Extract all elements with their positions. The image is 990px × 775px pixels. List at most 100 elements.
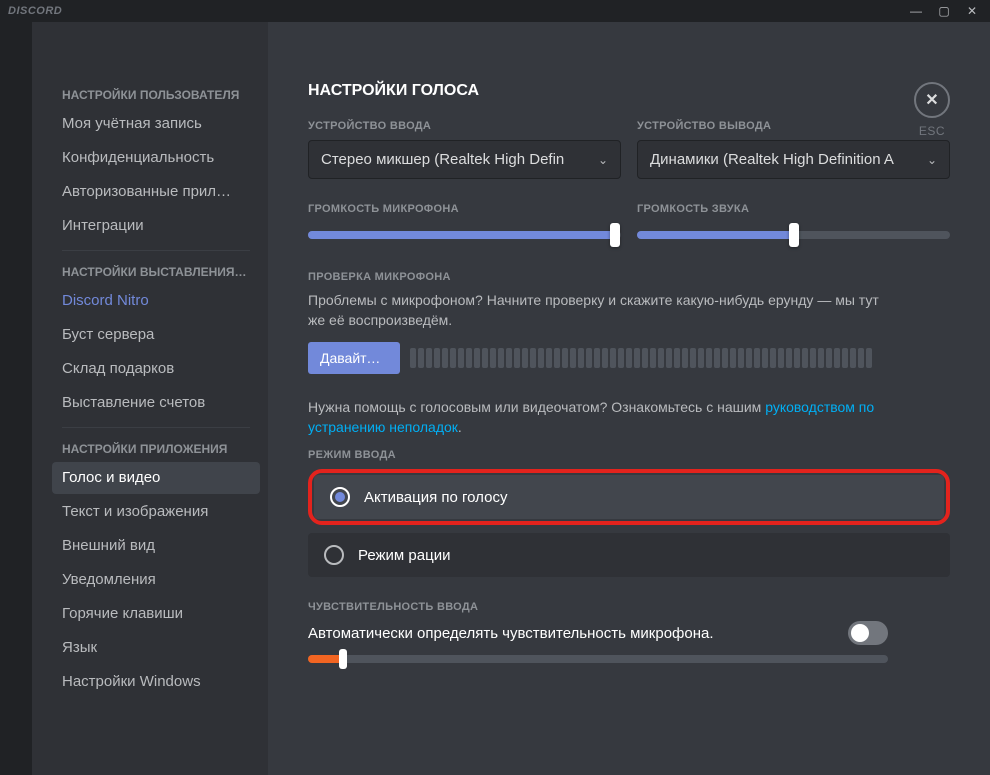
input-mode-option[interactable]: Активация по голосу [314,475,944,519]
input-volume-slider[interactable] [308,223,621,247]
slider-thumb[interactable] [339,649,347,669]
output-device-select[interactable]: Динамики (Realtek High Definition A ⌄ [637,140,950,179]
mic-bar [546,348,552,368]
mic-bar [586,348,592,368]
sidebar-item[interactable]: Язык [52,632,260,664]
mic-bar [722,348,728,368]
sidebar-section-header: НАСТРОЙКИ ПОЛЬЗОВАТЕЛЯ [52,82,260,108]
output-device-value: Динамики (Realtek High Definition A [650,151,894,168]
sidebar-item[interactable]: Уведомления [52,564,260,596]
mic-bar [778,348,784,368]
sidebar-item[interactable]: Голос и видео [52,462,260,494]
mic-bar [434,348,440,368]
mic-bar [682,348,688,368]
window-controls: — ▢ ✕ [902,0,986,22]
output-device-label: УСТРОЙСТВО ВЫВОДА [637,120,950,132]
mic-bar [490,348,496,368]
sidebar-item[interactable]: Буст сервера [52,319,260,351]
highlight-annotation: Активация по голосу [308,469,950,525]
mic-bar [522,348,528,368]
mic-test-help: Проблемы с микрофоном? Начните проверку … [308,291,883,330]
mic-bar [442,348,448,368]
minimize-button[interactable]: — [902,0,930,22]
mic-bar [770,348,776,368]
mic-bar [666,348,672,368]
sidebar-item[interactable]: Интеграции [52,210,260,242]
sidebar-item[interactable]: Горячие клавиши [52,598,260,630]
close-esc-label: ESC [914,124,950,138]
sidebar-separator [62,250,250,251]
mic-bar [794,348,800,368]
sidebar-item[interactable]: Выставление счетов [52,387,260,419]
mic-bar [466,348,472,368]
mic-bar [690,348,696,368]
mic-bar [826,348,832,368]
mic-bar [578,348,584,368]
mic-test-label: ПРОВЕРКА МИКРОФОНА [308,271,950,283]
mic-test-button[interactable]: Давайте пр… [308,342,400,374]
window-titlebar: DISCORD — ▢ ✕ [0,0,990,22]
input-device-value: Стерео микшер (Realtek High Defin [321,151,564,168]
mic-bar [602,348,608,368]
close-settings-button[interactable]: ✕ [914,82,950,118]
mic-bar [698,348,704,368]
mic-bar [650,348,656,368]
page-title: НАСТРОЙКИ ГОЛОСА [308,82,950,100]
mic-level-meter [410,346,950,370]
mic-bar [738,348,744,368]
toggle-knob [851,624,869,642]
input-device-select[interactable]: Стерео микшер (Realtek High Defin ⌄ [308,140,621,179]
sidebar-item[interactable]: Текст и изображения [52,496,260,528]
mic-bar [810,348,816,368]
input-mode-label: РЕЖИМ ВВОДА [308,449,950,461]
mic-bar [506,348,512,368]
mic-bar [634,348,640,368]
mic-bar [418,348,424,368]
sidebar-item[interactable]: Моя учётная запись [52,108,260,140]
mic-bar [674,348,680,368]
mic-bar [530,348,536,368]
radio-label: Режим рации [358,547,450,564]
mic-bar [482,348,488,368]
sidebar-item[interactable]: Авторизованные прил… [52,176,260,208]
mic-bar [658,348,664,368]
mic-bar [514,348,520,368]
mic-bar [818,348,824,368]
input-mode-option[interactable]: Режим рации [308,533,950,577]
slider-thumb[interactable] [789,223,799,247]
mic-bar [850,348,856,368]
sensitivity-label: ЧУВСТВИТЕЛЬНОСТЬ ВВОДА [308,601,950,613]
input-volume-label: ГРОМКОСТЬ МИКРОФОНА [308,203,621,215]
mic-bar [626,348,632,368]
close-icon: ✕ [925,90,938,110]
mic-bar [570,348,576,368]
sensitivity-slider[interactable] [308,655,888,663]
mic-bar [714,348,720,368]
mic-bar [842,348,848,368]
auto-sensitivity-toggle[interactable] [848,621,888,645]
sidebar-item[interactable]: Discord Nitro [52,285,260,317]
sidebar-item[interactable]: Внешний вид [52,530,260,562]
mic-bar [562,348,568,368]
sidebar-item[interactable]: Настройки Windows [52,666,260,698]
mic-bar [458,348,464,368]
input-device-label: УСТРОЙСТВО ВВОДА [308,120,621,132]
mic-bar [642,348,648,368]
maximize-button[interactable]: ▢ [930,0,958,22]
mic-bar [706,348,712,368]
sidebar-section-header: НАСТРОЙКИ ВЫСТАВЛЕНИЯ… [52,259,260,285]
troubleshoot-help: Нужна помощь с голосовым или видеочатом?… [308,398,883,437]
mic-bar [834,348,840,368]
mic-bar [754,348,760,368]
sidebar-item[interactable]: Конфиденциальность [52,142,260,174]
chevron-down-icon: ⌄ [927,153,937,167]
settings-content: ✕ ESC НАСТРОЙКИ ГОЛОСА УСТРОЙСТВО ВВОДА … [268,22,990,775]
close-window-button[interactable]: ✕ [958,0,986,22]
mic-bar [786,348,792,368]
output-volume-slider[interactable] [637,223,950,247]
sidebar-item[interactable]: Склад подарков [52,353,260,385]
mic-bar [410,348,416,368]
radio-icon [330,487,350,507]
slider-thumb[interactable] [610,223,620,247]
sidebar-separator [62,427,250,428]
